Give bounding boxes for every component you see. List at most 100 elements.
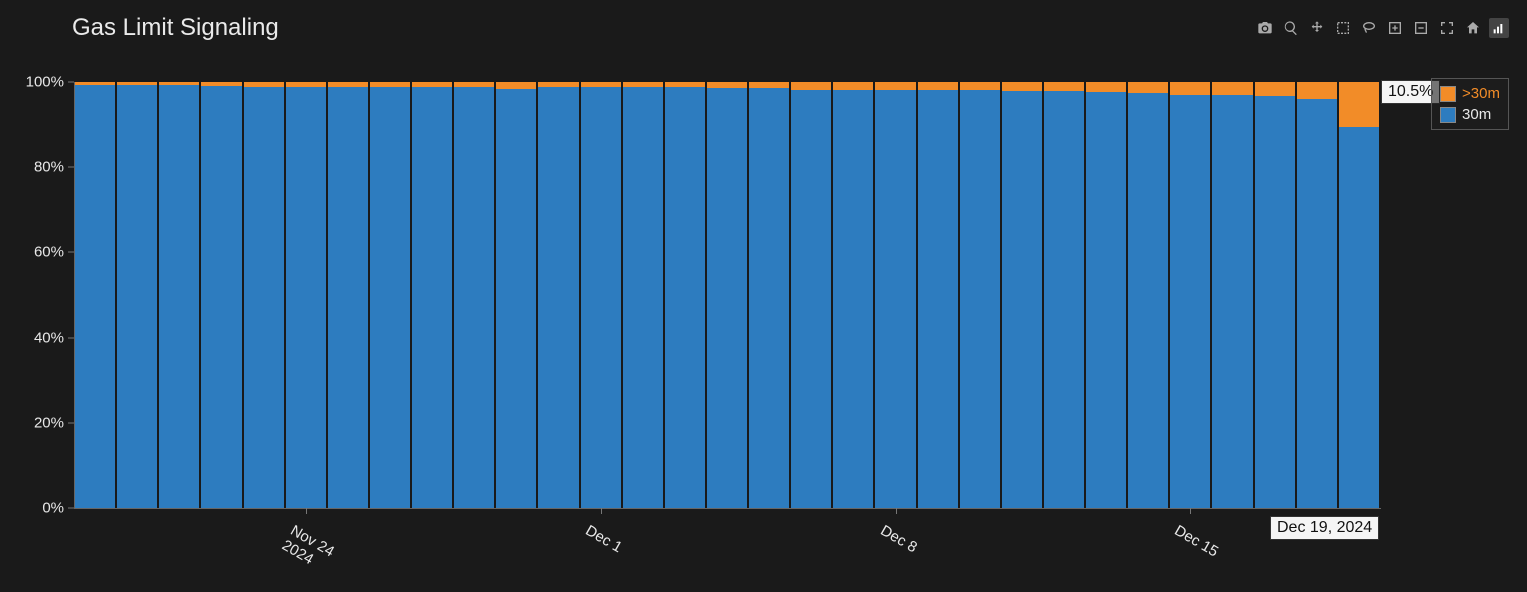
- bar-segment-30m: [1212, 95, 1252, 508]
- zoom-in-button[interactable]: [1385, 18, 1405, 38]
- download-png-button[interactable]: [1255, 18, 1275, 38]
- legend-swatch-30m: [1440, 107, 1456, 123]
- bar-segment-over30: [1339, 82, 1379, 127]
- bar-segment-30m: [833, 90, 873, 508]
- bar-segment-30m: [454, 87, 494, 508]
- bar-segment-30m: [75, 85, 115, 508]
- plot-area[interactable]: [74, 82, 1381, 509]
- bar[interactable]: [791, 82, 833, 508]
- bar-segment-over30: [791, 82, 831, 90]
- legend-item-over30[interactable]: >30m: [1440, 83, 1500, 104]
- box-select-button[interactable]: [1333, 18, 1353, 38]
- y-tick-label: 80%: [34, 159, 64, 176]
- x-axis: Nov 24 2024Dec 1Dec 8Dec 15: [74, 508, 1380, 588]
- bar-segment-30m: [201, 86, 241, 508]
- bar[interactable]: [960, 82, 1002, 508]
- bar-segment-30m: [918, 90, 958, 508]
- bars-layer: [75, 82, 1381, 508]
- bar[interactable]: [833, 82, 875, 508]
- y-tick-label: 40%: [34, 329, 64, 346]
- bar-segment-over30: [1297, 82, 1337, 99]
- bar-segment-30m: [791, 90, 831, 508]
- bar-segment-over30: [960, 82, 1000, 90]
- plotly-toolbar: [1255, 18, 1509, 38]
- bar[interactable]: [117, 82, 159, 508]
- bar[interactable]: [1086, 82, 1128, 508]
- bar[interactable]: [749, 82, 791, 508]
- bar[interactable]: [623, 82, 665, 508]
- x-tick-label: Dec 8: [877, 522, 919, 556]
- bar[interactable]: [707, 82, 749, 508]
- y-axis: 0%20%40%60%80%100%: [0, 82, 74, 508]
- bar-segment-30m: [286, 87, 326, 508]
- bar-segment-over30: [1212, 82, 1252, 95]
- bar[interactable]: [1212, 82, 1254, 508]
- bar-segment-30m: [960, 90, 1000, 508]
- bar-segment-30m: [749, 88, 789, 508]
- bar-segment-30m: [159, 85, 199, 508]
- bar-segment-30m: [1044, 91, 1084, 508]
- reset-axes-button[interactable]: [1463, 18, 1483, 38]
- pan-button[interactable]: [1307, 18, 1327, 38]
- legend-label-over30: >30m: [1462, 85, 1500, 102]
- plotly-logo-button[interactable]: [1489, 18, 1509, 38]
- zoom-button[interactable]: [1281, 18, 1301, 38]
- bar-segment-over30: [496, 82, 536, 89]
- bar-segment-over30: [833, 82, 873, 90]
- bar[interactable]: [286, 82, 328, 508]
- bar-segment-30m: [370, 87, 410, 508]
- bar-segment-over30: [1086, 82, 1126, 92]
- autoscale-button[interactable]: [1437, 18, 1457, 38]
- bar-segment-over30: [1170, 82, 1210, 95]
- bar[interactable]: [1044, 82, 1086, 508]
- bar[interactable]: [538, 82, 580, 508]
- hover-x-label: Dec 19, 2024: [1270, 516, 1379, 540]
- bar[interactable]: [1339, 82, 1381, 508]
- bar-segment-30m: [1170, 95, 1210, 508]
- bar[interactable]: [918, 82, 960, 508]
- lasso-select-button[interactable]: [1359, 18, 1379, 38]
- bar-segment-30m: [1002, 91, 1042, 508]
- bar-segment-30m: [707, 88, 747, 508]
- bar-segment-over30: [1002, 82, 1042, 91]
- x-tick-label: Nov 24 2024: [279, 522, 337, 575]
- bar-segment-over30: [918, 82, 958, 90]
- bar[interactable]: [1170, 82, 1212, 508]
- bar[interactable]: [244, 82, 286, 508]
- y-tick-label: 20%: [34, 414, 64, 431]
- bar-segment-over30: [1044, 82, 1084, 91]
- legend: >30m 30m: [1431, 78, 1509, 130]
- bar-segment-30m: [1086, 92, 1126, 508]
- legend-item-30m[interactable]: 30m: [1440, 104, 1500, 125]
- bar[interactable]: [454, 82, 496, 508]
- bar-segment-30m: [412, 87, 452, 508]
- bar[interactable]: [1002, 82, 1044, 508]
- bar-segment-30m: [1339, 127, 1379, 508]
- bar[interactable]: [75, 82, 117, 508]
- bar[interactable]: [1255, 82, 1297, 508]
- legend-swatch-over30: [1440, 86, 1456, 102]
- bar[interactable]: [1297, 82, 1339, 508]
- bar-segment-over30: [1128, 82, 1168, 93]
- bar[interactable]: [159, 82, 201, 508]
- bar[interactable]: [496, 82, 538, 508]
- bar-segment-30m: [665, 87, 705, 508]
- bar[interactable]: [1128, 82, 1170, 508]
- bar[interactable]: [412, 82, 454, 508]
- y-tick-label: 60%: [34, 244, 64, 261]
- bar[interactable]: [581, 82, 623, 508]
- bar-segment-over30: [1255, 82, 1295, 96]
- bar-segment-30m: [1128, 93, 1168, 508]
- bar[interactable]: [370, 82, 412, 508]
- bar-segment-30m: [1255, 96, 1295, 508]
- bar[interactable]: [328, 82, 370, 508]
- bar[interactable]: [875, 82, 917, 508]
- bar[interactable]: [665, 82, 707, 508]
- x-tick-label: Dec 15: [1172, 522, 1222, 560]
- bar-segment-30m: [623, 87, 663, 508]
- bar-segment-30m: [244, 87, 284, 508]
- bar[interactable]: [201, 82, 243, 508]
- legend-label-30m: 30m: [1462, 106, 1491, 123]
- zoom-out-button[interactable]: [1411, 18, 1431, 38]
- chart-container: Gas Limit Signaling: [0, 0, 1527, 592]
